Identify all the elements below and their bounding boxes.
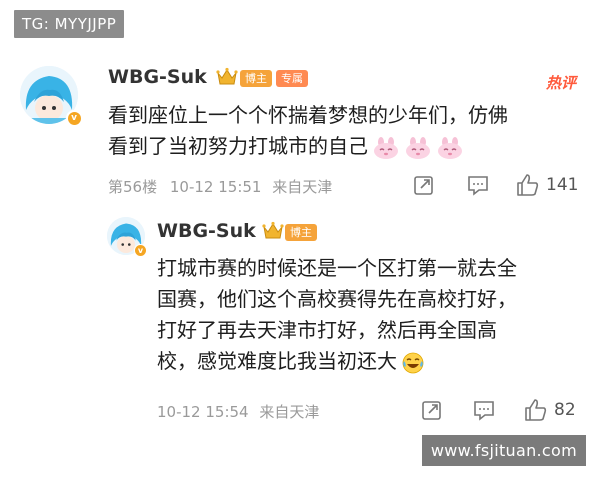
pink-bunny-emoji-icon [374, 136, 398, 159]
hot-comment-badge: 热评 [545, 74, 576, 92]
top-watermark-tag: TG: MYYJJPP [14, 10, 125, 38]
reply-meta: 10-12 15:54 来自天津 [157, 401, 319, 422]
comment-text-line-1: 看到座位上一个个怀揣着梦想的少年们，仿佛 [108, 103, 508, 127]
reply-date: 10-12 15:54 [157, 403, 249, 421]
share-button[interactable] [420, 398, 444, 422]
reply-username[interactable]: WBG-Suk [157, 220, 256, 242]
reply-text-line-1: 打城市赛的时候还是一个区打第一就去全 [157, 256, 517, 280]
site-watermark: www.fsjituan.com [421, 435, 586, 466]
like-icon [525, 399, 547, 421]
share-icon [422, 401, 441, 420]
crown-level-icon [262, 221, 284, 239]
crown-level-icon [216, 67, 238, 85]
comment-icon [474, 401, 494, 421]
comment-text-line-2: 看到了当初努力打城市的自己 [108, 131, 464, 162]
verified-icon: v [66, 110, 82, 126]
comment-meta: 第56楼 10-12 15:51 来自天津 [108, 176, 332, 197]
like-button[interactable]: 141 [515, 172, 578, 198]
like-icon [517, 174, 539, 196]
like-count: 82 [554, 400, 576, 420]
emoji-group [372, 136, 464, 159]
comment-icon [468, 176, 488, 196]
badge-bozhu: 博主 [285, 224, 317, 241]
floor-number: 第56楼 [108, 178, 158, 196]
reply-text-line-4: 校，感觉难度比我当初还大 [157, 346, 425, 377]
badge-zhuanshu: 专属 [276, 70, 308, 87]
share-icon [414, 176, 433, 195]
share-button[interactable] [412, 173, 436, 197]
reply-text-line-3: 打好了再去天津市打好，然后再全国高 [157, 318, 497, 342]
pink-bunny-emoji-icon [438, 136, 462, 159]
comment-button[interactable] [466, 173, 490, 197]
comment-button[interactable] [472, 398, 496, 422]
comment-location: 来自天津 [272, 178, 333, 196]
comment-username[interactable]: WBG-Suk [108, 66, 207, 88]
reply-text-line-2: 国赛，他们这个高校赛得先在高校打好， [157, 287, 517, 311]
badge-bozhu: 博主 [240, 70, 272, 87]
like-count: 141 [546, 175, 579, 195]
verified-icon: v [134, 244, 147, 257]
like-button[interactable]: 82 [523, 397, 576, 423]
pink-bunny-emoji-icon [406, 136, 430, 159]
laughing-tears-emoji-icon [402, 352, 424, 373]
comment-date: 10-12 15:51 [169, 178, 262, 196]
reply-location: 来自天津 [259, 403, 320, 421]
